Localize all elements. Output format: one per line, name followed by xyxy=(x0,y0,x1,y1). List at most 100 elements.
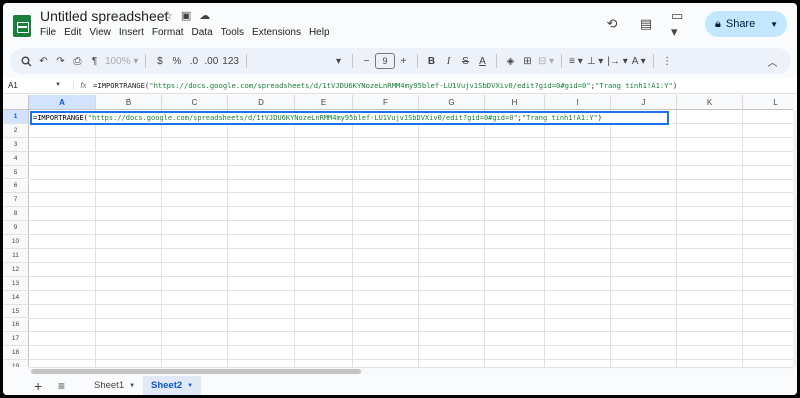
all-sheets-menu-icon[interactable]: ≡ xyxy=(58,379,65,393)
chevron-down-icon[interactable]: ▼ xyxy=(187,383,193,389)
row-header[interactable]: 3 xyxy=(3,137,29,152)
column-header[interactable]: F xyxy=(353,95,419,110)
column-header[interactable]: K xyxy=(677,95,743,110)
grid-row-line xyxy=(29,248,793,249)
menu-file[interactable]: File xyxy=(40,27,56,38)
font-family-select[interactable] xyxy=(252,51,330,71)
redo-icon[interactable]: ↷ xyxy=(52,51,69,71)
fill-color-icon[interactable]: ◈ xyxy=(502,51,519,71)
borders-icon[interactable]: ⊞ xyxy=(519,51,536,71)
column-header[interactable]: D xyxy=(228,95,295,110)
horizontal-align-icon[interactable]: ≡ ▾ xyxy=(567,51,585,71)
chevron-down-icon[interactable]: ▼ xyxy=(770,20,778,29)
paint-format-icon[interactable]: ¶ xyxy=(86,51,103,71)
menu-help[interactable]: Help xyxy=(309,27,330,38)
row-header[interactable]: 12 xyxy=(3,262,29,277)
grid-column-line xyxy=(742,110,743,367)
text-wrap-icon[interactable]: |→ ▾ xyxy=(605,51,629,71)
row-header[interactable]: 11 xyxy=(3,249,29,263)
text-color-button[interactable]: A xyxy=(474,51,491,71)
row-header[interactable]: 8 xyxy=(3,207,29,222)
row-header[interactable]: 6 xyxy=(3,179,29,194)
row-header[interactable]: 4 xyxy=(3,151,29,166)
row-header[interactable]: 14 xyxy=(3,290,29,305)
add-sheet-icon[interactable]: + xyxy=(34,378,42,394)
sheet-tab-sheet2[interactable]: Sheet2 ▼ xyxy=(143,376,202,395)
spreadsheet-grid[interactable]: A B C D E F G H I J K L 1 2 3 4 5 6 7 8 9 10 11 12 13 14 15 16 17 18 1… xyxy=(3,95,793,367)
row-header[interactable]: 10 xyxy=(3,235,29,249)
menu-extensions[interactable]: Extensions xyxy=(252,27,301,38)
search-icon[interactable] xyxy=(18,51,35,71)
font-size-input[interactable]: 9 xyxy=(374,53,395,69)
grid-row-line xyxy=(29,261,793,263)
collapse-toolbar-icon[interactable]: ︿ xyxy=(764,51,781,71)
column-header[interactable]: H xyxy=(485,95,545,110)
formula-input[interactable]: =IMPORTRANGE("https://docs.google.com/sp… xyxy=(93,81,677,90)
meet-icon[interactable]: ▭ ▾ xyxy=(671,8,689,39)
select-all-corner[interactable] xyxy=(3,95,29,110)
bold-button[interactable]: B xyxy=(423,51,440,71)
column-header[interactable]: E xyxy=(295,95,353,110)
name-box[interactable]: A1 ▼ xyxy=(3,78,63,93)
zoom-select[interactable]: 100% ▾ xyxy=(103,51,140,71)
menu-data[interactable]: Data xyxy=(192,27,213,38)
vertical-scrollbar[interactable] xyxy=(793,110,797,367)
document-title[interactable]: Untitled spreadsheet xyxy=(40,8,168,24)
row-header[interactable]: 15 xyxy=(3,304,29,319)
formula-bar: A1 ▼ fx =IMPORTRANGE("https://docs.googl… xyxy=(3,78,797,94)
share-button[interactable]: 🔒︎ Share ▼ xyxy=(705,11,787,37)
print-icon[interactable]: ⎙ xyxy=(69,51,86,71)
undo-icon[interactable]: ↶ xyxy=(35,51,52,71)
chevron-down-icon[interactable]: ▼ xyxy=(129,383,135,389)
sheet-tab-sheet1[interactable]: Sheet1 ▼ xyxy=(86,376,143,395)
cloud-status-icon[interactable]: ☁ xyxy=(199,9,210,22)
increase-font-size-button[interactable]: + xyxy=(395,51,412,71)
currency-button[interactable]: $ xyxy=(151,51,168,71)
row-header[interactable]: 16 xyxy=(3,318,29,333)
more-options-icon[interactable]: ⋮ xyxy=(659,51,676,71)
sheets-logo-icon[interactable] xyxy=(13,15,31,37)
menu-view[interactable]: View xyxy=(89,27,111,38)
merge-cells-icon[interactable]: ⊟ ▾ xyxy=(536,51,556,71)
vertical-align-icon[interactable]: ⊥ ▾ xyxy=(585,51,606,71)
font-select-chevron-icon[interactable]: ▾ xyxy=(330,51,347,71)
menu-insert[interactable]: Insert xyxy=(119,27,144,38)
row-header[interactable]: 13 xyxy=(3,276,29,291)
version-history-icon[interactable]: ⟲ xyxy=(603,15,621,33)
app-window: Untitled spreadsheet ☆ ▣ ☁ File Edit Vie… xyxy=(3,3,797,395)
chevron-down-icon[interactable]: ▼ xyxy=(55,82,61,88)
comments-icon[interactable]: ▤ xyxy=(637,15,655,33)
horizontal-scrollbar[interactable] xyxy=(29,367,793,375)
number-format-button[interactable]: 123 xyxy=(220,51,241,71)
percent-button[interactable]: % xyxy=(168,51,185,71)
strikethrough-button[interactable]: S xyxy=(457,51,474,71)
row-header[interactable]: 2 xyxy=(3,123,29,138)
row-header[interactable]: 1 xyxy=(3,110,29,124)
star-icon[interactable]: ☆ xyxy=(163,9,173,22)
column-header[interactable]: B xyxy=(96,95,162,110)
row-header[interactable]: 5 xyxy=(3,165,29,180)
column-header[interactable]: C xyxy=(162,95,228,110)
menu-tools[interactable]: Tools xyxy=(221,27,244,38)
column-header[interactable]: I xyxy=(545,95,611,110)
row-header[interactable]: 9 xyxy=(3,221,29,236)
column-header[interactable]: J xyxy=(611,95,677,110)
text-rotation-icon[interactable]: A ▾ xyxy=(630,51,648,71)
column-header[interactable]: G xyxy=(419,95,485,110)
horizontal-scrollbar-thumb[interactable] xyxy=(31,369,361,374)
decrease-font-size-button[interactable]: − xyxy=(358,51,375,71)
row-header[interactable]: 17 xyxy=(3,332,29,347)
decrease-decimal-button[interactable]: .0 xyxy=(185,51,202,71)
column-header[interactable]: A xyxy=(29,95,96,110)
menu-edit[interactable]: Edit xyxy=(64,27,81,38)
italic-button[interactable]: I xyxy=(440,51,457,71)
row-header[interactable]: 7 xyxy=(3,193,29,208)
sheet-tab-label: Sheet1 xyxy=(94,380,125,391)
active-cell-editor[interactable]: =IMPORTRANGE("https://docs.google.com/sp… xyxy=(30,111,669,125)
row-header[interactable]: 18 xyxy=(3,346,29,361)
menu-format[interactable]: Format xyxy=(152,27,184,38)
column-header[interactable]: L xyxy=(743,95,793,110)
row-header[interactable]: 19 xyxy=(3,360,29,367)
move-folder-icon[interactable]: ▣ xyxy=(181,9,191,22)
increase-decimal-button[interactable]: .00 xyxy=(202,51,220,71)
